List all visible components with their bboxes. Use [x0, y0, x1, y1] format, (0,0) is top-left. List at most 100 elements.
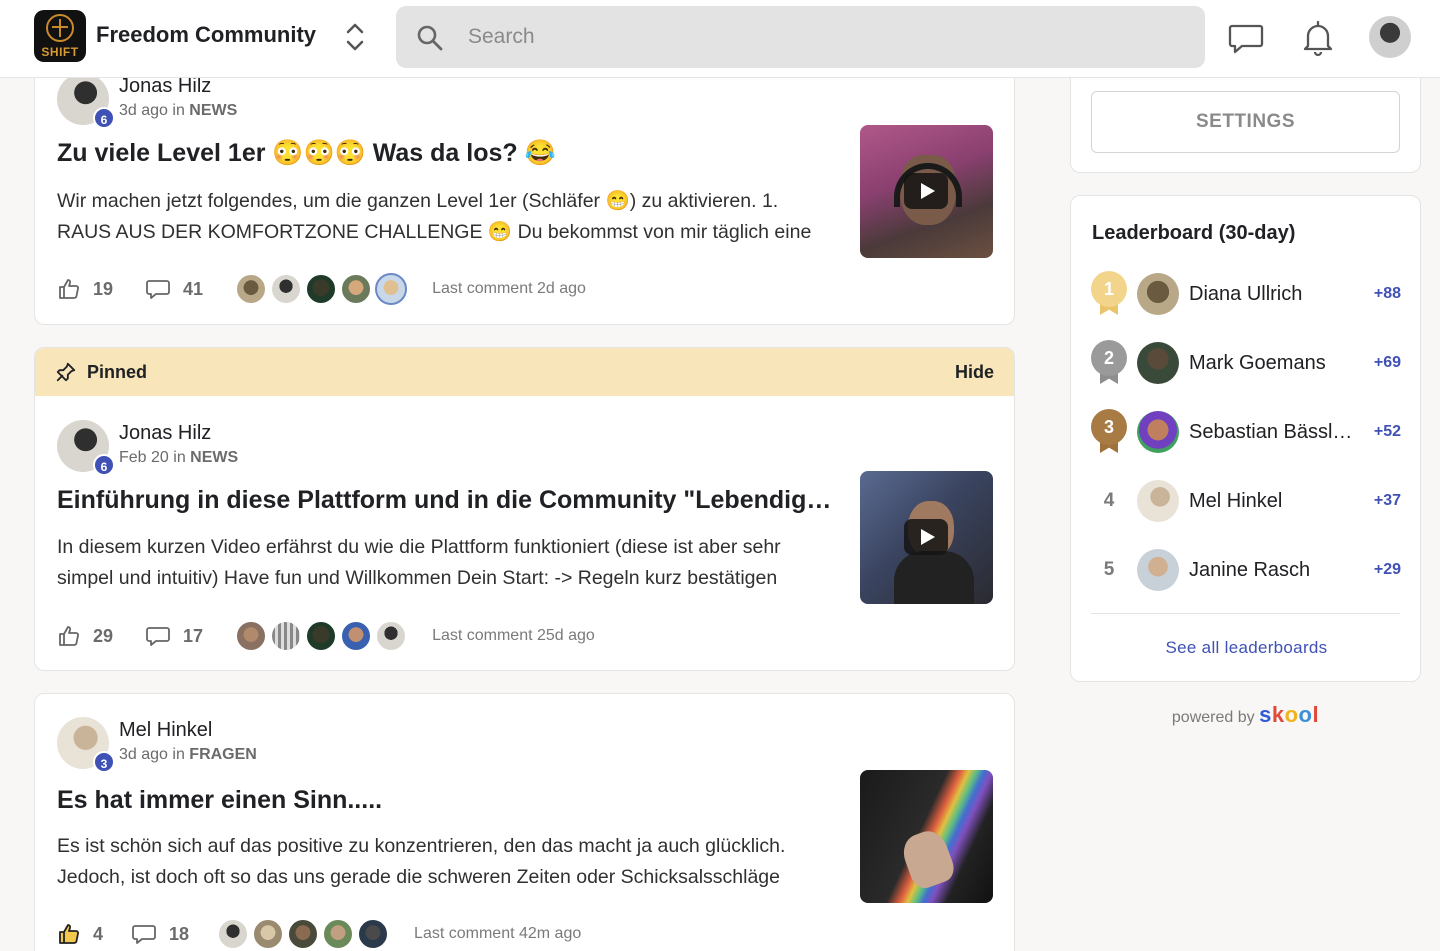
- like-count: 29: [93, 625, 114, 646]
- post-title[interactable]: Einführung in diese Plattform und in die…: [57, 486, 835, 515]
- post-category[interactable]: NEWS: [189, 102, 237, 119]
- commenter-avatars[interactable]: [217, 918, 392, 950]
- author-avatar[interactable]: 3: [57, 717, 115, 773]
- search-input[interactable]: [468, 6, 1168, 68]
- skool-logo[interactable]: skool: [1259, 702, 1319, 727]
- commenter-avatar: [357, 918, 390, 950]
- comment-icon: [146, 280, 170, 299]
- like-button[interactable]: 29: [57, 624, 113, 648]
- comment-icon: [146, 627, 170, 646]
- see-all-leaderboards-link[interactable]: See all leaderboards: [1071, 638, 1422, 658]
- leader-name[interactable]: Mark Goemans: [1189, 352, 1364, 375]
- powered-by-text: powered by: [1171, 709, 1255, 726]
- author-name[interactable]: Mel Hinkel: [119, 719, 257, 742]
- leader-name[interactable]: Sebastian Bässl…: [1189, 421, 1364, 444]
- hide-pinned-button[interactable]: Hide: [955, 362, 994, 383]
- leader-avatar[interactable]: [1137, 273, 1179, 315]
- comment-button[interactable]: 18: [131, 922, 189, 946]
- post-in: in: [172, 746, 185, 763]
- comment-button[interactable]: 41: [145, 277, 203, 301]
- powered-by-footer[interactable]: powered by skool: [1070, 702, 1421, 728]
- leader-avatar[interactable]: [1137, 480, 1179, 522]
- search-bar[interactable]: [396, 6, 1205, 68]
- comment-count: 17: [183, 625, 204, 646]
- post-in: in: [172, 102, 185, 119]
- pin-icon: [56, 362, 76, 382]
- leaderboard-row[interactable]: 3 Sebastian Bässl… +52: [1091, 406, 1401, 458]
- leader-avatar[interactable]: [1137, 411, 1179, 453]
- leader-points: +69: [1373, 354, 1401, 371]
- leader-name[interactable]: Mel Hinkel: [1189, 490, 1364, 513]
- leader-rank: 5: [1103, 559, 1115, 580]
- user-avatar[interactable]: [1369, 16, 1411, 58]
- commenter-avatars[interactable]: [235, 620, 410, 652]
- post-title[interactable]: Es hat immer einen Sinn.....: [57, 786, 835, 815]
- logo-emblem-icon: [46, 14, 74, 42]
- post-video-thumbnail[interactable]: [860, 471, 993, 604]
- post-image-thumbnail[interactable]: [860, 770, 993, 903]
- leader-rank: 4: [1103, 490, 1115, 511]
- author-name[interactable]: Jonas Hilz: [119, 75, 237, 98]
- chevron-updown-icon[interactable]: [340, 20, 370, 54]
- logo-text: SHIFT: [41, 45, 79, 59]
- leaderboard-row[interactable]: 4 Mel Hinkel +37: [1091, 475, 1401, 527]
- commenter-avatars[interactable]: [235, 273, 410, 305]
- post-excerpt: Wir machen jetzt folgendes, um die ganze…: [57, 190, 812, 243]
- post-category[interactable]: FRAGEN: [189, 746, 257, 763]
- bronze-medal-icon: 3: [1091, 409, 1127, 455]
- commenter-avatar: [305, 620, 338, 652]
- author-avatar[interactable]: 6: [57, 73, 115, 129]
- author-avatar[interactable]: 6: [57, 420, 115, 476]
- commenter-avatar: [217, 918, 250, 950]
- commenter-avatar: [375, 273, 408, 305]
- post-meta: 3d ago in NEWS: [119, 102, 237, 120]
- comment-button[interactable]: 17: [145, 624, 203, 648]
- comment-icon: [132, 925, 156, 944]
- pinned-post-card[interactable]: Pinned Hide 6 Jonas Hilz Feb 20 in NEWS …: [34, 347, 1015, 671]
- play-icon[interactable]: [904, 519, 948, 555]
- like-button[interactable]: 19: [57, 277, 113, 301]
- level-badge: 3: [93, 751, 115, 773]
- commenter-avatar: [340, 620, 373, 652]
- leaderboard-row[interactable]: 1 Diana Ullrich +88: [1091, 268, 1401, 320]
- leaderboard-row[interactable]: 2 Mark Goemans +69: [1091, 337, 1401, 389]
- post-author: 3 Mel Hinkel 3d ago in FRAGEN: [57, 717, 257, 773]
- commenter-avatar: [235, 620, 268, 652]
- leader-name[interactable]: Janine Rasch: [1189, 559, 1364, 582]
- last-comment-time: Last comment 42m ago: [414, 925, 582, 942]
- thumbnail-shoulders: [894, 551, 974, 604]
- post-card[interactable]: 3 Mel Hinkel 3d ago in FRAGEN Es hat imm…: [34, 693, 1015, 951]
- top-navigation-bar: SHIFT Freedom Community: [0, 0, 1440, 78]
- leader-avatar[interactable]: [1137, 549, 1179, 591]
- post-author: 6 Jonas Hilz Feb 20 in NEWS: [57, 420, 238, 476]
- leaderboard-row[interactable]: 5 Janine Rasch +29: [1091, 544, 1401, 596]
- leader-avatar[interactable]: [1137, 342, 1179, 384]
- post-time: 3d ago: [119, 746, 168, 763]
- chat-icon[interactable]: [1226, 18, 1266, 58]
- silver-medal-icon: 2: [1091, 340, 1127, 386]
- post-video-thumbnail[interactable]: [860, 125, 993, 258]
- thumbs-up-filled-icon: [59, 924, 79, 944]
- commenter-avatar: [235, 273, 268, 305]
- post-card[interactable]: 6 Jonas Hilz 3d ago in NEWS Zu viele Lev…: [34, 60, 1015, 325]
- post-category[interactable]: NEWS: [190, 449, 238, 466]
- group-logo[interactable]: SHIFT: [34, 10, 86, 62]
- like-button[interactable]: 4: [57, 922, 103, 946]
- comment-count: 41: [183, 278, 204, 299]
- post-excerpt: Es ist schön sich auf das positive zu ko…: [57, 835, 786, 888]
- leaderboard-title: Leaderboard (30-day): [1092, 222, 1296, 244]
- bell-icon[interactable]: [1298, 18, 1338, 58]
- last-comment-time: Last comment 25d ago: [432, 627, 595, 644]
- play-icon[interactable]: [904, 173, 948, 209]
- post-time: Feb 20: [119, 449, 169, 466]
- leader-name[interactable]: Diana Ullrich: [1189, 283, 1364, 306]
- group-name[interactable]: Freedom Community: [96, 22, 316, 48]
- post-stats: 19 41 Last comment 2d ago: [57, 273, 586, 305]
- commenter-avatar: [305, 273, 338, 305]
- author-name[interactable]: Jonas Hilz: [119, 422, 238, 445]
- last-comment-time: Last comment 2d ago: [432, 280, 586, 297]
- post-title[interactable]: Zu viele Level 1er 😳😳😳 Was da los? 😂: [57, 139, 835, 168]
- settings-button[interactable]: SETTINGS: [1091, 91, 1400, 153]
- leader-points: +52: [1373, 423, 1401, 440]
- commenter-avatar: [287, 918, 320, 950]
